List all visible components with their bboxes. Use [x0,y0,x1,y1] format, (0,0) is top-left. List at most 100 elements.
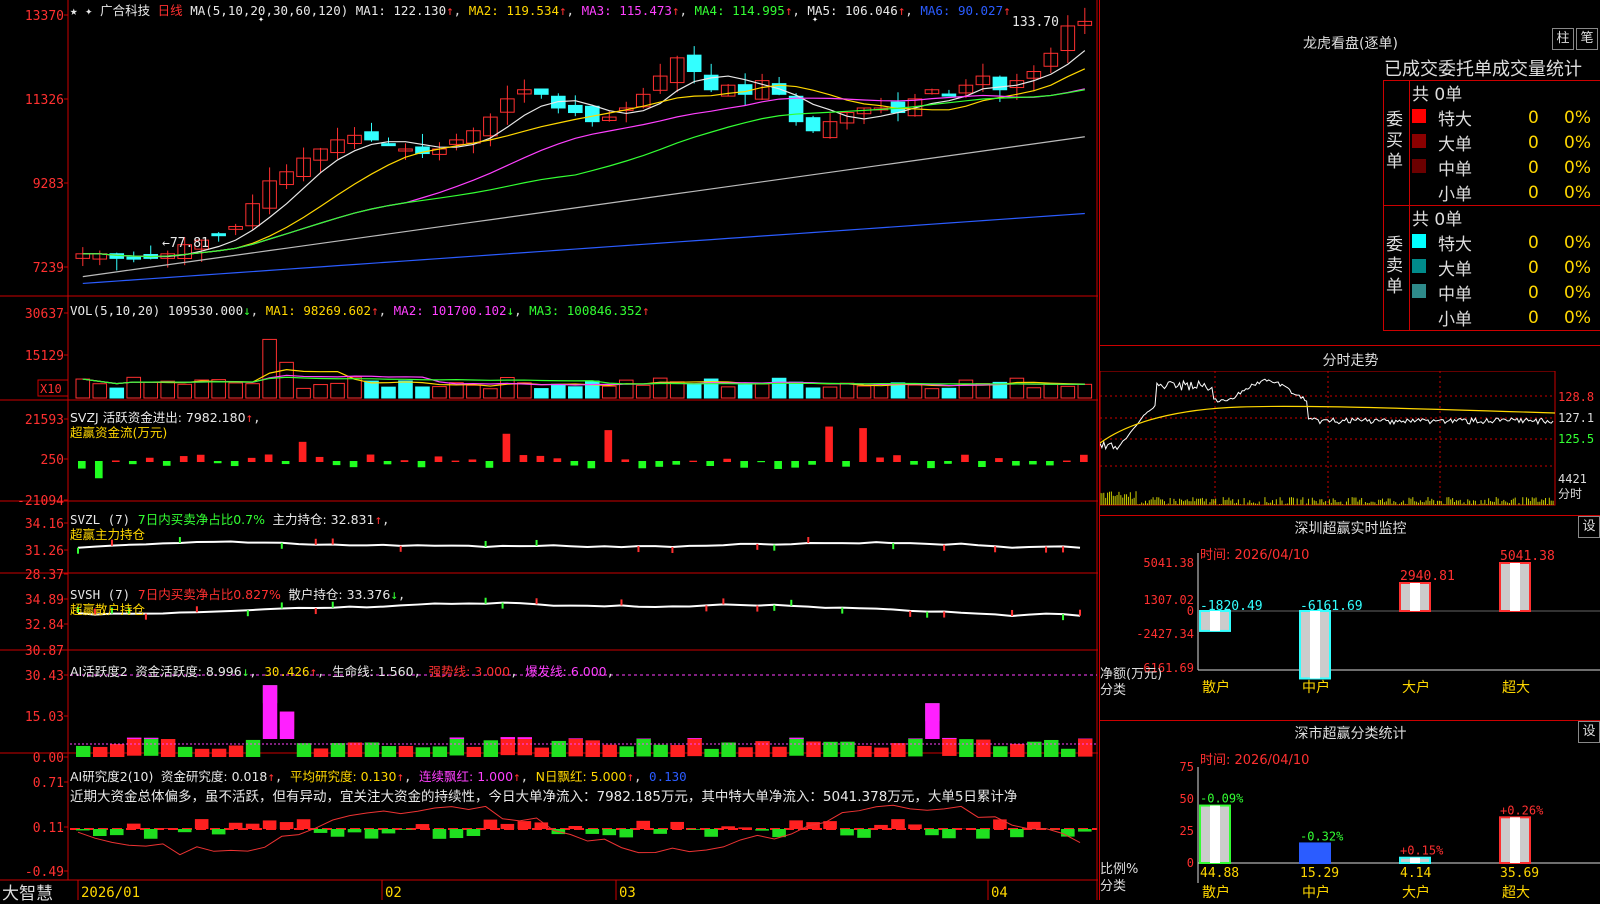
vol-bar [755,384,769,398]
flow-bar [740,461,748,468]
color-swatch [1412,259,1426,273]
color-swatch [1412,284,1426,298]
date-label: 03 [619,885,636,900]
activity-bar-low [518,737,532,755]
bar-mode-button[interactable]: 柱 [1552,28,1574,50]
research-bar [280,822,294,829]
vol-bar [416,387,430,398]
order-pct: 0% [1564,105,1591,130]
activity-bar-low [178,747,192,757]
air-tick-label: 0.71 [33,776,64,791]
research-bar [433,829,447,839]
flow-bar [163,461,171,466]
flow-bar [129,461,137,464]
sell-orders-table: 共 0单特大00%大单00%中单00%小单00% [1412,205,1600,330]
tick-mode-button[interactable]: 笔 [1576,28,1598,50]
air-label: AI研究度2(10) [70,769,153,784]
research-bar [263,820,277,829]
activity-bar-high [942,738,956,739]
research-bar [348,829,362,832]
flow-bar [180,456,188,462]
brand-label: 大智慧 [2,879,53,904]
flow-bar [78,461,86,469]
research-bar [127,824,141,829]
monitor-time: 时间: 2026/04/10 [1200,548,1309,563]
ai2-tick-label: 30.43 [25,669,64,684]
monitor-bar-label: 5041.38 [1500,549,1555,564]
vol-bar [195,380,209,398]
activity-bar-low [416,747,430,757]
vol-bar [569,387,583,398]
intraday-tick-label: 127.1 [1558,411,1594,425]
monitor-bar-highlight [1310,611,1320,678]
order-count: 0 [1528,305,1564,330]
activity-bar-high [127,738,141,739]
stats-change: -0.09% [1200,792,1244,806]
order-type-label: 中单 [1438,280,1528,305]
order-type-label: 特大 [1438,230,1528,255]
right-panel: 龙虎看盘(逐单) 柱 笔 已成交委托单成交量统计 委买单 委卖单 共 0单特大0… [1099,0,1600,900]
flow-bar [1046,461,1054,465]
price-tick-label: 9283 [33,177,64,192]
kline-chart[interactable]: 133701132692837239306371512921593250-210… [0,0,1098,900]
ma1-value: MA1: 122.130 [356,3,446,18]
flow-bar [604,430,612,462]
activity-bar-low [738,747,752,757]
research-bar [93,829,107,836]
candle-body [789,96,803,121]
stats-category: 散户 [1202,884,1230,901]
vol-bar [484,389,498,398]
period-label: 日线 [158,3,183,18]
buy-row: 中单00% [1412,155,1591,180]
activity-bar-low [670,745,684,757]
activity-bar-low [1061,749,1075,757]
sell-row: 中单00% [1412,280,1591,305]
flow-bar [316,457,324,462]
activity-bar-low [348,742,362,757]
svsh-tick-label: 32.84 [25,618,64,633]
stats-change: +0.26% [1500,803,1544,817]
order-pct: 0% [1564,305,1591,330]
ai2-tick-label: 15.03 [25,710,64,725]
intraday-panel[interactable]: 分时走势 128.8127.1125.54421分时 [1100,345,1600,516]
vol-bar [518,383,532,398]
flow-bar [893,455,901,462]
candle-body [127,257,141,259]
order-pct: 0% [1564,255,1591,280]
activity-bar-high [501,737,515,739]
ma2-line [83,69,1085,257]
flow-bar [231,461,239,466]
intraday-tick-label: 128.8 [1558,390,1594,404]
air-a: 资金研究度: 0.018 [161,769,267,784]
stats-bar-highlight [1210,806,1220,863]
buy-table: 共 0单特大00%大单00%中单00%小单00% [1412,80,1591,205]
monitor-tick-label: -2427.34 [1136,627,1194,641]
flow-bar [197,455,205,462]
color-swatch [1412,134,1426,148]
research-bar [704,829,718,837]
stats-settings-button[interactable]: 设 [1578,721,1600,743]
research-bar [721,826,735,829]
monitor-settings-button[interactable]: 设 [1578,516,1600,538]
vol-bar [178,384,192,398]
left-chart-area[interactable]: 133701132692837239306371512921593250-210… [0,0,1098,900]
order-pct: 0% [1564,280,1591,305]
lhb-tabs[interactable]: 已成交委托单成交量统计 [1384,55,1600,81]
stats-bar-highlight [1300,843,1330,863]
flow-bar [520,455,528,462]
activity-bar-high [518,737,532,739]
flow-bar [808,461,816,465]
activity-bar-low [891,743,905,757]
activity-bar-low [1078,739,1092,757]
intraday-chart[interactable]: 128.8127.1125.54421分时 [1100,371,1600,516]
monitor-ylabel: 净额(万元) [1100,667,1162,682]
stats-change: -0.32% [1300,829,1344,843]
air-header: AI研究度2(10) 资金研究度: 0.018↑, 平均研究度: 0.130↑,… [70,766,687,785]
research-bar [976,829,990,839]
activity-bar-high [280,712,294,739]
buy-orders-table: 共 0单特大00%大单00%中单00%小单00% [1412,80,1600,205]
monitor-bar-label: -1820.49 [1200,599,1263,614]
air-e: 0.130 [649,769,687,784]
flow-bar [689,461,697,462]
buy-total: 共 0单 [1412,80,1591,105]
